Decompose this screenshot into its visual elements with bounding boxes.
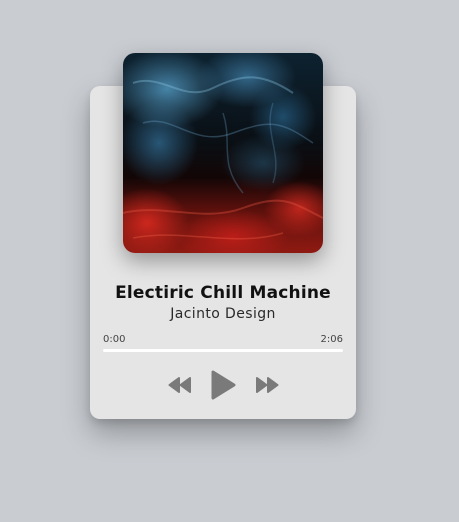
track-artist: Jacinto Design xyxy=(170,306,276,322)
elapsed-time: 0:00 xyxy=(103,334,126,345)
rewind-button[interactable] xyxy=(168,376,192,394)
album-cover-art xyxy=(123,53,323,253)
album-art-texture xyxy=(123,76,323,240)
play-icon xyxy=(211,370,236,400)
rewind-icon xyxy=(168,377,191,393)
total-duration: 2:06 xyxy=(320,334,343,345)
fast-forward-icon xyxy=(256,377,279,393)
fast-forward-button[interactable] xyxy=(255,376,279,394)
play-button[interactable] xyxy=(208,369,238,401)
track-title: Electiric Chill Machine xyxy=(115,283,331,303)
progress-bar[interactable] xyxy=(103,349,343,352)
